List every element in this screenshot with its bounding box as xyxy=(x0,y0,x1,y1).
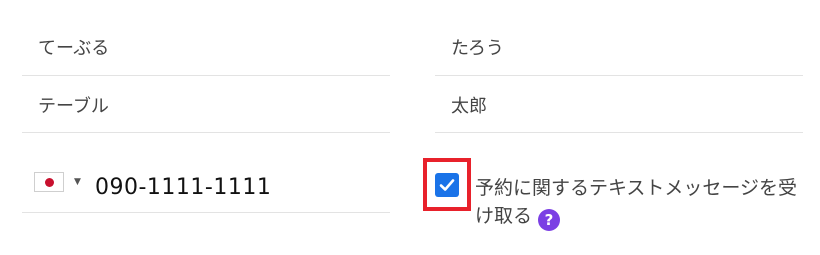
sms-consent-label: 予約に関するテキストメッセージを受け取る? xyxy=(475,174,805,231)
last-name-hiragana-field xyxy=(435,18,803,76)
japan-flag-icon xyxy=(34,172,64,192)
phone-input[interactable] xyxy=(95,173,375,201)
help-icon[interactable]: ? xyxy=(538,209,561,231)
last-name-hiragana-input[interactable] xyxy=(451,34,791,60)
first-name-hiragana-field xyxy=(22,18,390,76)
phone-field: ▼ xyxy=(22,160,390,213)
sms-consent-highlight xyxy=(423,158,471,211)
check-icon xyxy=(439,178,455,191)
flag-sun xyxy=(44,177,54,187)
country-code-select[interactable]: ▼ xyxy=(34,172,81,192)
last-name-kanji-input[interactable] xyxy=(451,92,791,118)
first-name-katakana-input[interactable] xyxy=(38,92,378,118)
first-name-hiragana-input[interactable] xyxy=(38,34,378,60)
last-name-kanji-field xyxy=(435,76,803,133)
sms-consent-text: 予約に関するテキストメッセージを受け取る xyxy=(475,177,798,227)
sms-consent-checkbox[interactable] xyxy=(435,172,459,197)
first-name-katakana-field xyxy=(22,76,390,133)
reservation-contact-form: ▼ 予約に関するテキストメッセージを受け取る? xyxy=(0,0,820,255)
caret-down-icon: ▼ xyxy=(74,176,81,187)
